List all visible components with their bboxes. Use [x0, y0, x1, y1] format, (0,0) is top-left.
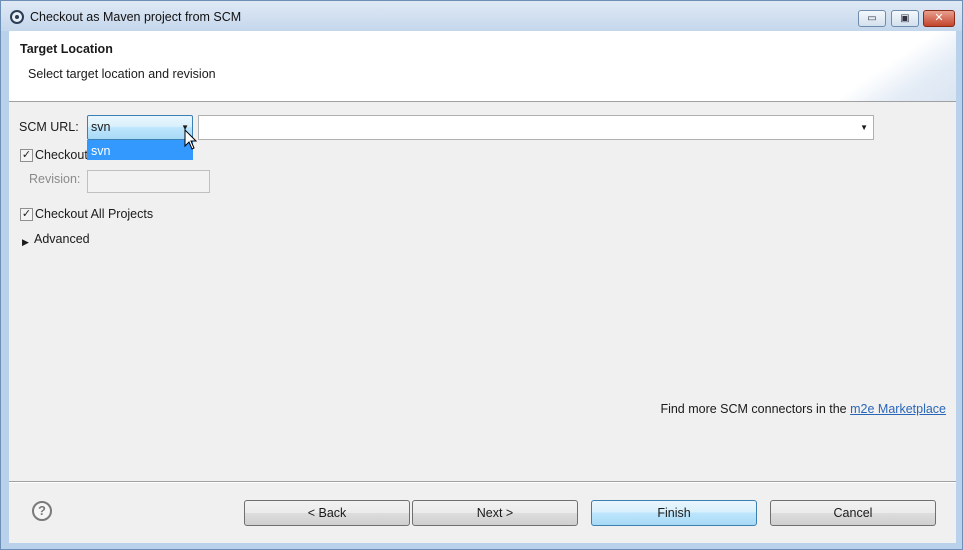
close-button[interactable]: ✕ — [923, 10, 955, 27]
page-subtitle: Select target location and revision — [28, 67, 216, 81]
dialog-window: Checkout as Maven project from SCM ▭ ▣ ✕… — [0, 0, 963, 550]
title-bar[interactable]: Checkout as Maven project from SCM ▭ ▣ ✕ — [1, 1, 962, 31]
revision-label: Revision: — [29, 172, 81, 186]
minimize-button[interactable]: ▭ — [858, 10, 886, 27]
page-title: Target Location — [20, 42, 113, 56]
dialog-client-area: Target Location Select target location a… — [9, 31, 956, 543]
next-button[interactable]: Next > — [412, 500, 578, 526]
scm-type-value: svn — [91, 120, 111, 134]
checkout-head-label[interactable]: Checkout — [35, 148, 88, 162]
marketplace-hint: Find more SCM connectors in the m2e Mark… — [660, 402, 946, 416]
advanced-section-toggle[interactable]: Advanced — [34, 232, 90, 246]
chevron-down-icon[interactable]: ▼ — [860, 123, 868, 132]
button-bar-separator — [9, 481, 956, 483]
window-title: Checkout as Maven project from SCM — [30, 10, 242, 24]
marketplace-text: Find more SCM connectors in the — [660, 402, 847, 416]
marketplace-link[interactable]: m2e Marketplace — [850, 402, 946, 416]
help-icon[interactable]: ? — [32, 501, 52, 521]
maximize-button[interactable]: ▣ — [891, 10, 919, 27]
scm-type-select[interactable]: svn ▼ — [87, 115, 193, 140]
revision-input[interactable] — [87, 170, 210, 193]
scm-type-option-svn[interactable]: svn — [91, 144, 110, 158]
mouse-pointer-icon — [184, 129, 198, 150]
scm-url-label: SCM URL: — [19, 120, 79, 134]
scm-type-dropdown-list[interactable]: svn — [87, 140, 193, 160]
finish-button[interactable]: Finish — [591, 500, 757, 526]
back-button[interactable]: < Back — [244, 500, 410, 526]
eclipse-app-icon — [10, 10, 24, 24]
checkout-head-checkbox[interactable]: ✓ — [20, 149, 33, 162]
header-banner-graphic — [830, 31, 956, 101]
cancel-button[interactable]: Cancel — [770, 500, 936, 526]
expand-arrow-icon[interactable]: ▶ — [22, 237, 29, 248]
checkout-all-label[interactable]: Checkout All Projects — [35, 207, 153, 221]
wizard-header: Target Location Select target location a… — [9, 31, 956, 102]
scm-url-combo[interactable]: ▼ — [198, 115, 874, 140]
checkout-all-checkbox[interactable]: ✓ — [20, 208, 33, 221]
